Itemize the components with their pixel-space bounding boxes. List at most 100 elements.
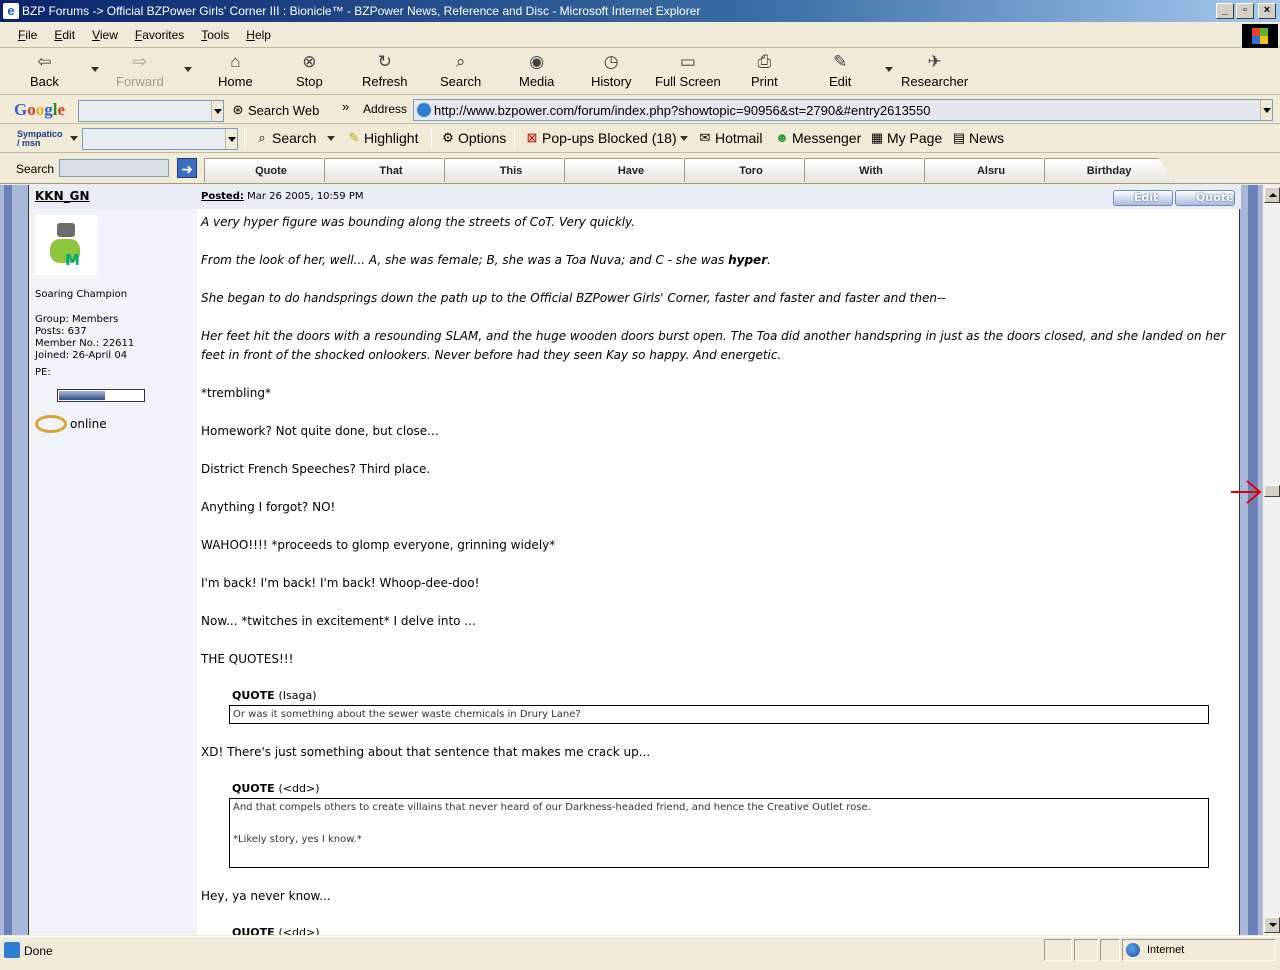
windows-logo-icon [1242,24,1278,48]
researcher-button[interactable]: ✈ Researcher [901,51,968,93]
fullscreen-button[interactable]: ▭ Full Screen [655,51,721,93]
forward-button[interactable]: ⇨ Forward [116,51,164,93]
sympatico-msn-logo-icon[interactable]: Sympatico / msn [17,130,63,148]
page-border-left [4,185,12,935]
msn-search-dropdown-icon[interactable] [327,136,335,141]
post-edit-button[interactable]: Edit [1113,190,1173,206]
google-dropdown-icon[interactable] [211,101,223,121]
online-status: online [35,415,107,433]
search-web-button[interactable]: ⊛ Search Web [230,102,320,118]
magnifier-icon: ⌕ [258,130,266,145]
refresh-label: Refresh [362,74,408,89]
popups-blocked-button[interactable]: ⊠ Pop-ups Blocked (18) [524,130,677,146]
researcher-icon: ✈ [927,52,942,71]
menu-tools[interactable]: Tools [201,28,229,42]
google-logo-icon[interactable]: Google [14,100,65,120]
news-button[interactable]: ▤ News [951,130,1004,146]
forward-arrow-icon: ⇨ [132,52,147,71]
post-paragraph: Anything I forgot? NO! [201,500,336,514]
popup-blocker-icon: ⊠ [526,130,538,145]
stop-label: Stop [296,74,323,89]
post-author-link[interactable]: KKN_GN [35,189,90,203]
menu-file[interactable]: File [18,28,37,42]
back-button[interactable]: ⇦ Back [30,51,59,93]
refresh-button[interactable]: ↻ Refresh [362,51,408,93]
edit-button[interactable]: ✎ Edit [829,51,851,93]
search-tab-quote[interactable]: Quote [204,158,338,182]
search-tab-alsru[interactable]: Alsru [924,158,1058,182]
user-joined: Joined: 26-April 04 [35,350,128,361]
options-button[interactable]: ⚙ Options [440,130,506,146]
quote-box: And that compels others to create villai… [229,798,1209,868]
popups-dropdown-icon[interactable] [680,136,688,141]
address-field[interactable]: http://www.bzpower.com/forum/index.php?s… [413,99,1273,121]
quote-label: QUOTE [232,782,275,795]
divider [514,129,515,149]
menu-view[interactable]: View [92,28,118,42]
msn-logo-dropdown-icon[interactable] [70,136,78,141]
menu-edit[interactable]: Edit [54,28,75,42]
my-page-label: My Page [887,130,943,146]
user-rank: Soaring Champion [35,289,128,300]
quote-text: And that compels others to create villai… [233,802,871,813]
search-tab-have[interactable]: Have [564,158,698,182]
printer-icon: ⎙ [757,52,772,71]
edit-dropdown-icon[interactable] [885,67,893,72]
hotmail-button[interactable]: ✉ Hotmail [697,130,763,146]
messenger-button[interactable]: ☻ Messenger [774,130,861,146]
address-dropdown-icon[interactable] [1260,100,1272,120]
my-page-icon: ▦ [870,130,884,145]
post-quote-button[interactable]: Quote [1175,190,1235,206]
options-icon: ⚙ [442,130,454,145]
my-page-button[interactable]: ▦ My Page [869,130,942,146]
restore-button[interactable]: ▫ [1236,3,1254,19]
scroll-up-arrow-icon[interactable] [1264,187,1280,203]
post-paragraph: *trembling* [201,386,271,400]
user-group: Group: Members [35,314,119,325]
menu-help[interactable]: Help [246,28,271,42]
search-tab-birthday[interactable]: Birthday [1044,158,1174,182]
menu-favorites[interactable]: Favorites [135,28,184,42]
more-chevron-icon[interactable]: » [342,99,349,114]
page-border-right [1248,185,1258,935]
posted-label: Posted: [201,191,244,202]
divider [244,129,245,149]
user-posts: Posts: 637 [35,326,87,337]
quote-source: (<dd>) [278,782,320,795]
close-button[interactable]: × [1258,3,1276,19]
user-info-panel: M Soaring Champion Group: Members Posts:… [29,209,197,935]
search-button[interactable]: ⌕ Search [440,51,481,93]
vertical-scrollbar[interactable] [1262,185,1280,935]
minimize-button[interactable]: _ [1216,3,1234,19]
msn-search-input[interactable] [82,128,238,150]
mail-icon: ✉ [699,130,711,145]
highlight-label: Highlight [364,130,419,146]
post-text: . [767,253,771,267]
msn-search-dropdown-icon[interactable] [225,129,237,149]
search-web-icon: ⊛ [232,102,244,117]
post-paragraph: XD! There's just something about that se… [201,745,651,759]
home-button[interactable]: ⌂ Home [218,51,253,93]
media-button[interactable]: ◉ Media [519,51,554,93]
search-tab-that[interactable]: That [324,158,458,182]
forward-dropdown-icon[interactable] [184,67,192,72]
scroll-down-arrow-icon[interactable] [1264,917,1280,933]
search-web-label: Search Web [248,102,320,118]
search-go-arrow-icon[interactable]: ➜ [177,158,197,178]
history-button[interactable]: ◷ History [591,51,631,93]
search-bar-input[interactable] [59,159,169,177]
search-tab-toro[interactable]: Toro [684,158,818,182]
back-arrow-icon: ⇦ [37,52,52,71]
search-tab-with[interactable]: With [804,158,938,182]
address-url[interactable]: http://www.bzpower.com/forum/index.php?s… [434,103,931,118]
edit-label: Edit [829,74,852,89]
stop-button[interactable]: ⊗ Stop [296,51,323,93]
msn-search-label: Search [272,130,317,146]
scroll-thumb[interactable] [1264,485,1280,497]
msn-search-button[interactable]: ⌕ Search [254,130,316,146]
search-tab-this[interactable]: This [444,158,578,182]
back-dropdown-icon[interactable] [91,67,99,72]
google-search-input[interactable] [78,100,224,122]
highlight-button[interactable]: ✎ Highlight [346,130,419,146]
print-button[interactable]: ⎙ Print [751,51,778,93]
